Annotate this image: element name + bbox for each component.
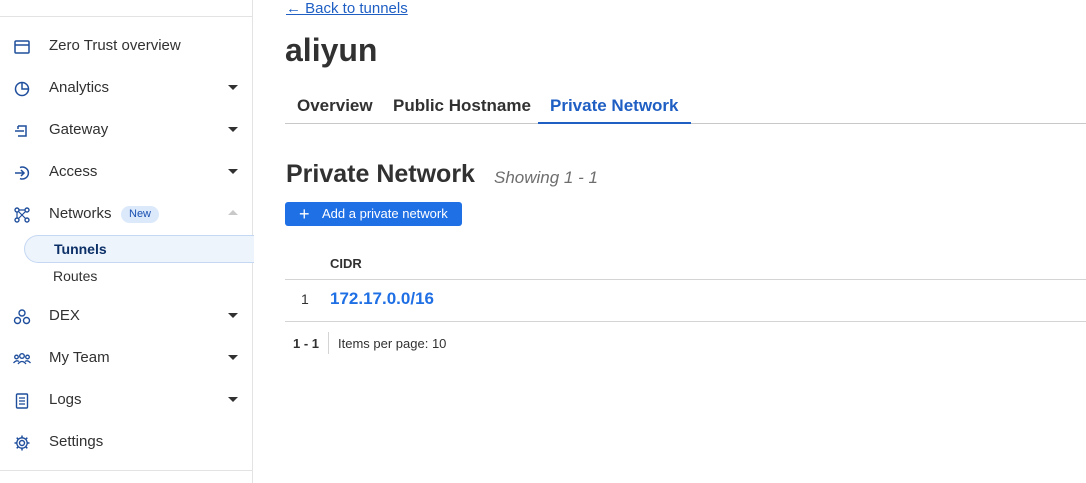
sidebar-item-analytics[interactable]: Analytics xyxy=(0,73,252,103)
tab-bar: Overview Public Hostname Private Network xyxy=(285,90,1086,124)
sidebar-subitem-routes[interactable]: Routes xyxy=(24,263,254,291)
network-icon xyxy=(13,206,31,224)
sidebar-item-label: Settings xyxy=(49,433,104,450)
sidebar-item-networks[interactable]: Networks New xyxy=(0,199,252,229)
chevron-down-icon[interactable] xyxy=(228,169,238,174)
sidebar-item-label: Analytics xyxy=(49,79,110,96)
sidebar-item-label: DEX xyxy=(49,307,80,324)
browser-window-icon xyxy=(13,38,31,56)
team-icon xyxy=(13,350,31,368)
sidebar-item-gateway[interactable]: Gateway xyxy=(0,115,252,145)
row-index: 1 xyxy=(301,291,309,307)
items-per-page[interactable]: Items per page: 10 xyxy=(338,336,446,351)
chevron-down-icon[interactable] xyxy=(228,355,238,360)
sidebar-item-label: Networks xyxy=(49,205,112,222)
pagination-divider xyxy=(328,332,329,354)
chevron-down-icon[interactable] xyxy=(228,313,238,318)
sidebar-item-access[interactable]: Access xyxy=(0,157,252,187)
sidebar-subitem-label: Routes xyxy=(53,268,98,284)
sidebar-item-zero-trust-overview[interactable]: Zero Trust overview xyxy=(0,31,252,61)
sidebar-item-settings[interactable]: Settings xyxy=(0,427,252,457)
gear-icon xyxy=(13,434,31,452)
table-header-divider xyxy=(285,279,1086,280)
sidebar-item-label: Access xyxy=(49,163,98,180)
tab-overview[interactable]: Overview xyxy=(285,90,385,124)
plus-icon: + xyxy=(299,204,310,224)
sidebar-item-my-team[interactable]: My Team xyxy=(0,343,252,373)
add-private-network-button[interactable]: + Add a private network xyxy=(285,202,462,226)
table-row-divider xyxy=(285,321,1086,322)
results-count: Showing 1 - 1 xyxy=(494,168,598,187)
add-button-label: Add a private network xyxy=(322,206,448,221)
chevron-down-icon[interactable] xyxy=(228,397,238,402)
page-title: aliyun xyxy=(285,32,378,68)
sidebar-divider xyxy=(0,16,252,17)
back-to-tunnels-link[interactable]: ← Back to tunnels xyxy=(286,0,408,17)
sidebar-item-label: Zero Trust overview xyxy=(49,37,181,54)
sidebar-subitem-label: Tunnels xyxy=(54,241,107,257)
pie-chart-icon xyxy=(13,80,31,98)
sidebar-item-label: My Team xyxy=(49,349,110,366)
new-badge: New xyxy=(121,206,160,223)
sidebar-divider xyxy=(0,470,252,471)
tab-public-hostname[interactable]: Public Hostname xyxy=(381,90,543,124)
chevron-down-icon[interactable] xyxy=(228,127,238,132)
sidebar-subitem-tunnels[interactable]: Tunnels xyxy=(24,235,254,263)
column-header-cidr[interactable]: CIDR xyxy=(330,256,362,271)
sidebar-item-logs[interactable]: Logs xyxy=(0,385,252,415)
sidebar-item-label: Logs xyxy=(49,391,82,408)
sign-in-icon xyxy=(13,164,31,182)
sidebar: Zero Trust overview Analytics Gateway Ac… xyxy=(0,0,254,483)
chevron-down-icon[interactable] xyxy=(228,85,238,90)
chevron-up-icon[interactable] xyxy=(228,210,238,215)
gateway-icon xyxy=(13,122,31,140)
pagination-range: 1 - 1 xyxy=(293,336,320,351)
cidr-link[interactable]: 172.17.0.0/16 xyxy=(330,289,434,309)
sidebar-item-dex[interactable]: DEX xyxy=(0,301,252,331)
section-title: Private Network xyxy=(286,160,475,188)
dex-icon xyxy=(13,308,31,326)
tab-private-network[interactable]: Private Network xyxy=(538,90,691,124)
logs-icon xyxy=(13,392,31,410)
sidebar-item-label: Gateway xyxy=(49,121,109,138)
